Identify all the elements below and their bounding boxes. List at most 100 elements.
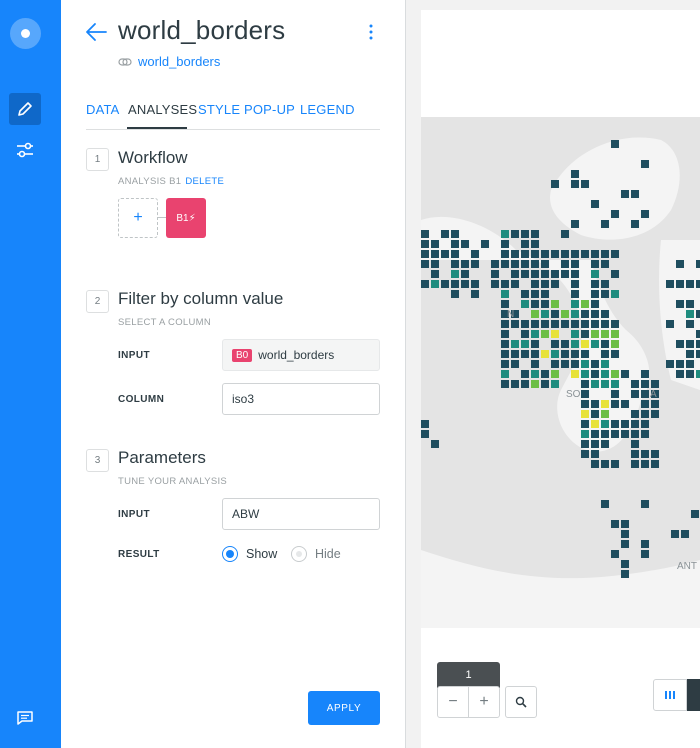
grid-cell: [511, 350, 519, 358]
legend-toggle-button[interactable]: [687, 679, 700, 711]
source-dataset-link[interactable]: world_borders: [138, 54, 220, 69]
zoom-in-button[interactable]: +: [468, 687, 499, 717]
result-show-radio[interactable]: Show: [222, 546, 277, 562]
grid-cell: [611, 140, 619, 148]
grid-cell: [511, 340, 519, 348]
grid-cell: [421, 240, 429, 248]
grid-cell: [611, 430, 619, 438]
grid-cell: [676, 340, 684, 348]
grid-cell: [676, 280, 684, 288]
hide-option-label: Hide: [315, 547, 341, 561]
search-icon: [515, 696, 527, 708]
grid-cell: [696, 260, 700, 268]
grid-cell: [511, 320, 519, 328]
grid-cell: [631, 430, 639, 438]
grid-cell: [601, 250, 609, 258]
grid-cell: [641, 540, 649, 548]
grid-cell: [481, 240, 489, 248]
grid-cell: [461, 240, 469, 248]
more-options-icon[interactable]: [363, 22, 379, 42]
grid-cell: [421, 250, 429, 258]
radio-checked-icon[interactable]: [222, 546, 238, 562]
grid-cell: [601, 400, 609, 408]
grid-cell: [501, 360, 509, 368]
grid-cell: [581, 350, 589, 358]
zoom-out-button[interactable]: −: [438, 687, 468, 717]
tab-style[interactable]: STYLE: [198, 102, 240, 117]
workflow-connector: [158, 217, 166, 218]
tab-analyses[interactable]: ANALYSES: [128, 102, 197, 117]
grid-cell: [666, 360, 674, 368]
grid-cell: [611, 520, 619, 528]
grid-cell: [471, 260, 479, 268]
grid-cell: [521, 330, 529, 338]
grid-cell: [621, 540, 629, 548]
grid-cell: [581, 340, 589, 348]
grid-cell: [621, 190, 629, 198]
grid-cell: [691, 510, 699, 518]
grid-cell: [451, 230, 459, 238]
grid-cell: [591, 300, 599, 308]
tab-popup[interactable]: POP-UP: [244, 102, 295, 117]
grid-cell: [461, 280, 469, 288]
grid-cell: [601, 410, 609, 418]
world-map[interactable]: N SO A ANT: [421, 10, 700, 748]
grid-cell: [611, 210, 619, 218]
apply-button[interactable]: APPLY: [308, 691, 380, 725]
grid-cell: [521, 250, 529, 258]
grid-cell: [541, 270, 549, 278]
parameter-input-field[interactable]: ABW: [222, 498, 380, 530]
grid-cell: [501, 250, 509, 258]
column-select[interactable]: iso3: [222, 383, 380, 415]
sliders-icon[interactable]: [13, 138, 37, 162]
layer-title[interactable]: world_borders: [118, 15, 285, 46]
grid-cell: [571, 180, 579, 188]
map-canvas[interactable]: N SO A ANT: [421, 10, 700, 748]
grid-cell: [571, 170, 579, 178]
grid-cell: [611, 400, 619, 408]
grid-cell: [666, 320, 674, 328]
editor-tabs: DATA ANALYSES STYLE POP-UP LEGEND: [86, 100, 380, 130]
step-number: 2: [86, 290, 109, 313]
grid-cell: [621, 530, 629, 538]
grid-cell: [581, 380, 589, 388]
map-area[interactable]: N SO A ANT 1 − +: [406, 0, 700, 748]
grid-cell: [591, 430, 599, 438]
grid-cell: [531, 330, 539, 338]
widgets-toggle-button[interactable]: [653, 679, 687, 711]
grid-cell: [541, 290, 549, 298]
grid-cell: [591, 380, 599, 388]
grid-cell: [541, 310, 549, 318]
add-analysis-button[interactable]: +: [118, 198, 158, 238]
grid-cell: [521, 320, 529, 328]
carto-logo[interactable]: [10, 18, 41, 49]
grid-cell: [601, 370, 609, 378]
grid-cell: [611, 290, 619, 298]
tab-data[interactable]: DATA: [86, 102, 120, 117]
tab-legend[interactable]: LEGEND: [300, 102, 355, 117]
filter-input-label: INPUT: [118, 350, 150, 361]
grid-cell: [441, 280, 449, 288]
edit-pencil-icon[interactable]: [9, 93, 41, 125]
analysis-node-b1[interactable]: B1⚡: [166, 198, 206, 238]
grid-cell: [451, 280, 459, 288]
chat-icon[interactable]: [15, 708, 35, 728]
grid-cell: [651, 450, 659, 458]
grid-cell: [531, 240, 539, 248]
map-search-button[interactable]: [505, 686, 537, 718]
grid-cell: [541, 330, 549, 338]
grid-cell: [431, 280, 439, 288]
grid-cell: [611, 550, 619, 558]
analysis-id-label: ANALYSIS B1: [118, 176, 182, 187]
result-hide-radio[interactable]: Hide: [291, 546, 341, 562]
back-arrow-icon[interactable]: [84, 21, 108, 43]
grid-cell: [591, 420, 599, 428]
grid-cell: [531, 380, 539, 388]
grid-cell: [611, 390, 619, 398]
radio-unchecked-icon[interactable]: [291, 546, 307, 562]
grid-cell: [451, 290, 459, 298]
grid-cell: [521, 270, 529, 278]
delete-analysis-link[interactable]: DELETE: [185, 176, 224, 187]
grid-cell: [501, 240, 509, 248]
grid-cell: [611, 270, 619, 278]
